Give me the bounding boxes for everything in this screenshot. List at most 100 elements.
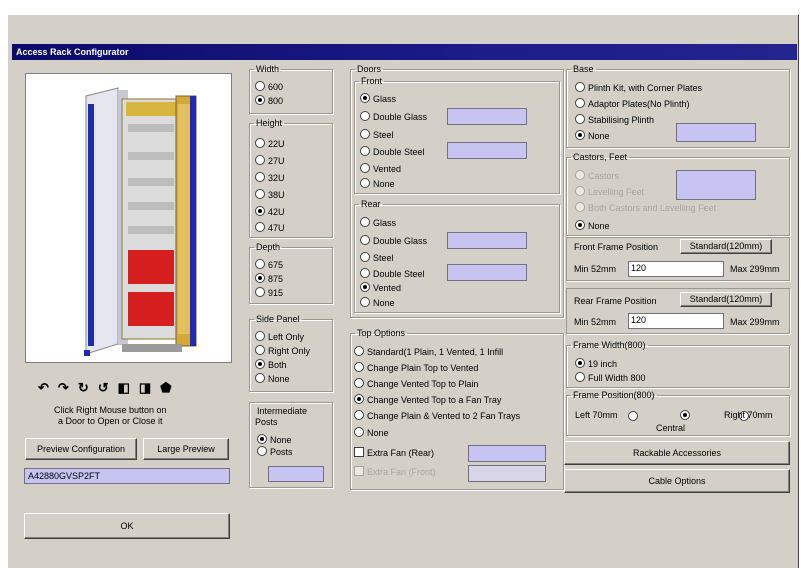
rear-frame-input[interactable]: 120: [628, 313, 724, 329]
radio-icon[interactable]: [575, 358, 585, 368]
radio-icon[interactable]: [360, 268, 370, 278]
height-option-27u[interactable]: 27U: [255, 155, 285, 167]
radio-icon[interactable]: [575, 186, 585, 196]
height-option-32u[interactable]: 32U: [255, 172, 285, 184]
radio-icon[interactable]: [360, 252, 370, 262]
radio-icon[interactable]: [255, 373, 265, 383]
frame-width-option-19-inch[interactable]: 19 inch: [575, 358, 617, 370]
radio-icon[interactable]: [354, 410, 364, 420]
radio-icon[interactable]: [257, 434, 267, 444]
rotate-icon-3[interactable]: ↻: [78, 380, 98, 395]
radio-icon[interactable]: [360, 111, 370, 121]
rear-double-steel-field[interactable]: [447, 264, 527, 281]
height-option-42u[interactable]: 42U: [255, 206, 285, 218]
castors-option-levelling-feet[interactable]: Levelling Feet: [575, 186, 644, 198]
radio-icon[interactable]: [255, 359, 265, 369]
depth-option-675[interactable]: 675: [255, 259, 283, 271]
radio-icon[interactable]: [360, 129, 370, 139]
radio-icon[interactable]: [360, 297, 370, 307]
posts-option-none[interactable]: None: [257, 434, 292, 446]
castors-option-both[interactable]: Both Castors and Levelling Feet: [575, 202, 716, 214]
radio-icon[interactable]: [255, 287, 265, 297]
rear-door-option-glass[interactable]: Glass: [360, 217, 396, 229]
radio-icon[interactable]: [575, 372, 585, 382]
rotate-icon-2[interactable]: ↷: [58, 380, 78, 395]
frame-position-central-radio[interactable]: [679, 410, 690, 420]
height-option-22u[interactable]: 22U: [255, 138, 285, 150]
radio-icon[interactable]: [575, 130, 585, 140]
home-icon[interactable]: ⬟: [160, 380, 180, 395]
large-preview-button[interactable]: Large Preview: [143, 438, 229, 460]
extra-fan-front-field[interactable]: [468, 465, 546, 482]
rear-door-option-double-glass[interactable]: Double Glass: [360, 235, 427, 247]
castors-field[interactable]: [676, 170, 756, 200]
side-panel-option-left[interactable]: Left Only: [255, 331, 304, 343]
top-option-none[interactable]: None: [354, 427, 389, 439]
castors-option-castors[interactable]: Castors: [575, 170, 619, 182]
rack-preview-image[interactable]: [26, 74, 231, 362]
radio-icon[interactable]: [575, 220, 585, 230]
extra-fan-front-checkbox[interactable]: Extra Fan (Front): [354, 466, 436, 478]
rotate-icon-4[interactable]: ↺: [98, 380, 118, 395]
rear-double-glass-field[interactable]: [447, 232, 527, 249]
height-option-47u[interactable]: 47U: [255, 222, 285, 234]
castors-option-none[interactable]: None: [575, 220, 610, 232]
posts-option-posts[interactable]: Posts: [257, 446, 293, 458]
top-option-plain-to-vented[interactable]: Change Plain Top to Vented: [354, 362, 478, 374]
rear-door-option-steel[interactable]: Steel: [360, 252, 394, 264]
top-option-vented-to-fan-tray[interactable]: Change Vented Top to a Fan Tray: [354, 394, 501, 406]
top-option-two-fan-trays[interactable]: Change Plain & Vented to 2 Fan Trays: [354, 410, 520, 422]
radio-icon[interactable]: [354, 394, 364, 404]
front-door-option-steel[interactable]: Steel: [360, 129, 394, 141]
rotate-left-icon[interactable]: ↶: [38, 380, 58, 395]
front-double-steel-field[interactable]: [447, 142, 527, 159]
radio-icon[interactable]: [360, 163, 370, 173]
radio-icon[interactable]: [255, 222, 265, 232]
posts-quantity-field[interactable]: [268, 466, 324, 482]
base-option-none[interactable]: None: [575, 130, 610, 142]
rear-door-option-none[interactable]: None: [360, 297, 395, 309]
front-double-glass-field[interactable]: [447, 108, 527, 125]
frame-width-option-full-width[interactable]: Full Width 800: [575, 372, 646, 384]
rear-frame-standard-button[interactable]: Standard(120mm): [680, 292, 772, 307]
front-frame-input[interactable]: 120: [628, 261, 724, 277]
base-option-stabilising-plinth[interactable]: Stabilising Plinth: [575, 114, 654, 126]
radio-icon[interactable]: [360, 282, 370, 292]
checkbox-icon[interactable]: [354, 466, 364, 476]
rear-door-option-double-steel[interactable]: Double Steel: [360, 268, 425, 280]
view-icon-5[interactable]: ◧: [118, 380, 139, 395]
radio-icon[interactable]: [360, 146, 370, 156]
radio-icon[interactable]: [354, 362, 364, 372]
base-option-adaptor-plates[interactable]: Adaptor Plates(No Plinth): [575, 98, 690, 110]
radio-icon[interactable]: [354, 346, 364, 356]
side-panel-option-right[interactable]: Right Only: [255, 345, 310, 357]
height-option-38u[interactable]: 38U: [255, 189, 285, 201]
part-code-field[interactable]: A42880GVSP2FT: [24, 468, 230, 484]
radio-icon[interactable]: [575, 98, 585, 108]
extra-fan-rear-field[interactable]: [468, 445, 546, 462]
ok-button[interactable]: OK: [24, 513, 230, 539]
radio-icon[interactable]: [255, 273, 265, 283]
radio-icon[interactable]: [360, 178, 370, 188]
side-panel-option-both[interactable]: Both: [255, 359, 287, 371]
base-option-plinth-kit[interactable]: Plinth Kit, with Corner Plates: [575, 82, 702, 94]
front-door-option-double-glass[interactable]: Double Glass: [360, 111, 427, 123]
radio-icon[interactable]: [354, 427, 364, 437]
radio-icon[interactable]: [575, 114, 585, 124]
cable-options-button[interactable]: Cable Options: [564, 469, 790, 493]
radio-icon[interactable]: [255, 172, 265, 182]
base-field[interactable]: [676, 123, 756, 142]
rear-door-option-vented[interactable]: Vented: [360, 282, 401, 294]
checkbox-icon[interactable]: [354, 447, 364, 457]
front-door-option-glass[interactable]: Glass: [360, 93, 396, 105]
radio-icon[interactable]: [255, 189, 265, 199]
preview-configuration-button[interactable]: Preview Configuration: [25, 438, 137, 460]
radio-icon[interactable]: [360, 235, 370, 245]
front-frame-standard-button[interactable]: Standard(120mm): [680, 239, 772, 254]
radio-icon[interactable]: [255, 259, 265, 269]
front-door-option-double-steel[interactable]: Double Steel: [360, 146, 425, 158]
depth-option-875[interactable]: 875: [255, 273, 283, 285]
radio-icon[interactable]: [575, 202, 585, 212]
radio-icon[interactable]: [255, 95, 265, 105]
side-panel-option-none[interactable]: None: [255, 373, 290, 385]
